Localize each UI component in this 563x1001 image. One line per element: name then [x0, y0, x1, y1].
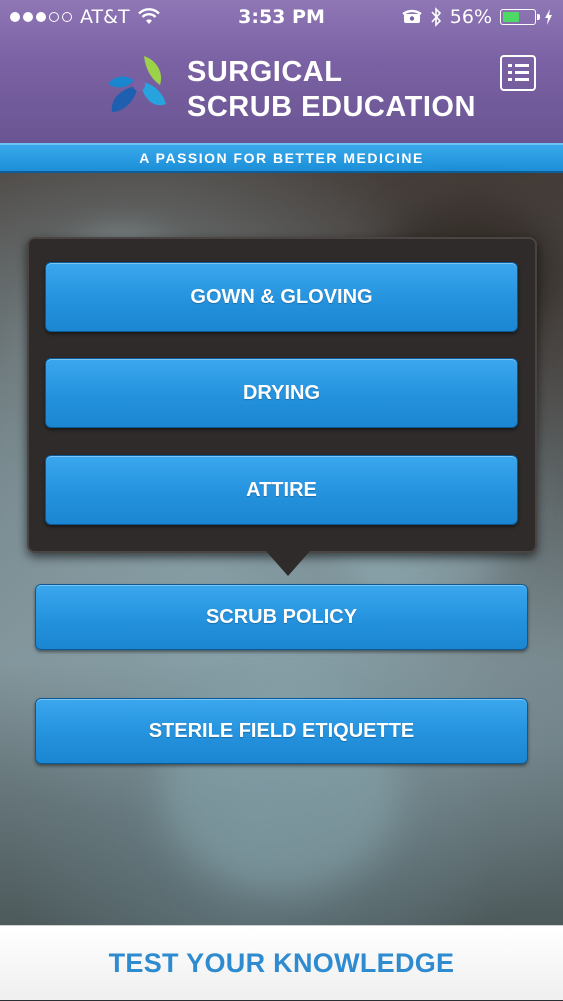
battery-icon — [500, 9, 540, 25]
bluetooth-icon — [431, 7, 441, 27]
test-your-knowledge-label: TEST YOUR KNOWLEDGE — [108, 948, 455, 978]
app-title-line2: SCRUB EDUCATION — [187, 91, 476, 123]
app-title: SURGICAL SCRUB EDUCATION — [187, 55, 476, 125]
attire-button[interactable]: ATTIRE — [45, 455, 518, 525]
charging-icon — [545, 9, 552, 25]
sterile-field-etiquette-button[interactable]: STERILE FIELD ETIQUETTE — [35, 698, 528, 764]
scrub-policy-button[interactable]: SCRUB POLICY — [35, 584, 528, 650]
battery-percent: 56% — [449, 6, 492, 28]
tagline-banner: A PASSION FOR BETTER MEDICINE — [0, 143, 563, 173]
phone-icon — [402, 9, 422, 23]
app-title-line1: SURGICAL — [187, 56, 343, 88]
status-bar: AT&T 3:53 PM 56% — [0, 0, 563, 36]
app-header: AT&T 3:53 PM 56% SURGICAL SCRUB EDUCATIO… — [0, 0, 563, 143]
test-your-knowledge-bar[interactable]: TEST YOUR KNOWLEDGE — [0, 925, 563, 1000]
drying-button[interactable]: DRYING — [45, 358, 518, 428]
popover-pointer — [266, 551, 310, 576]
app-logo — [108, 56, 166, 112]
list-menu-icon[interactable] — [500, 55, 536, 91]
gown-gloving-button[interactable]: GOWN & GLOVING — [45, 262, 518, 332]
